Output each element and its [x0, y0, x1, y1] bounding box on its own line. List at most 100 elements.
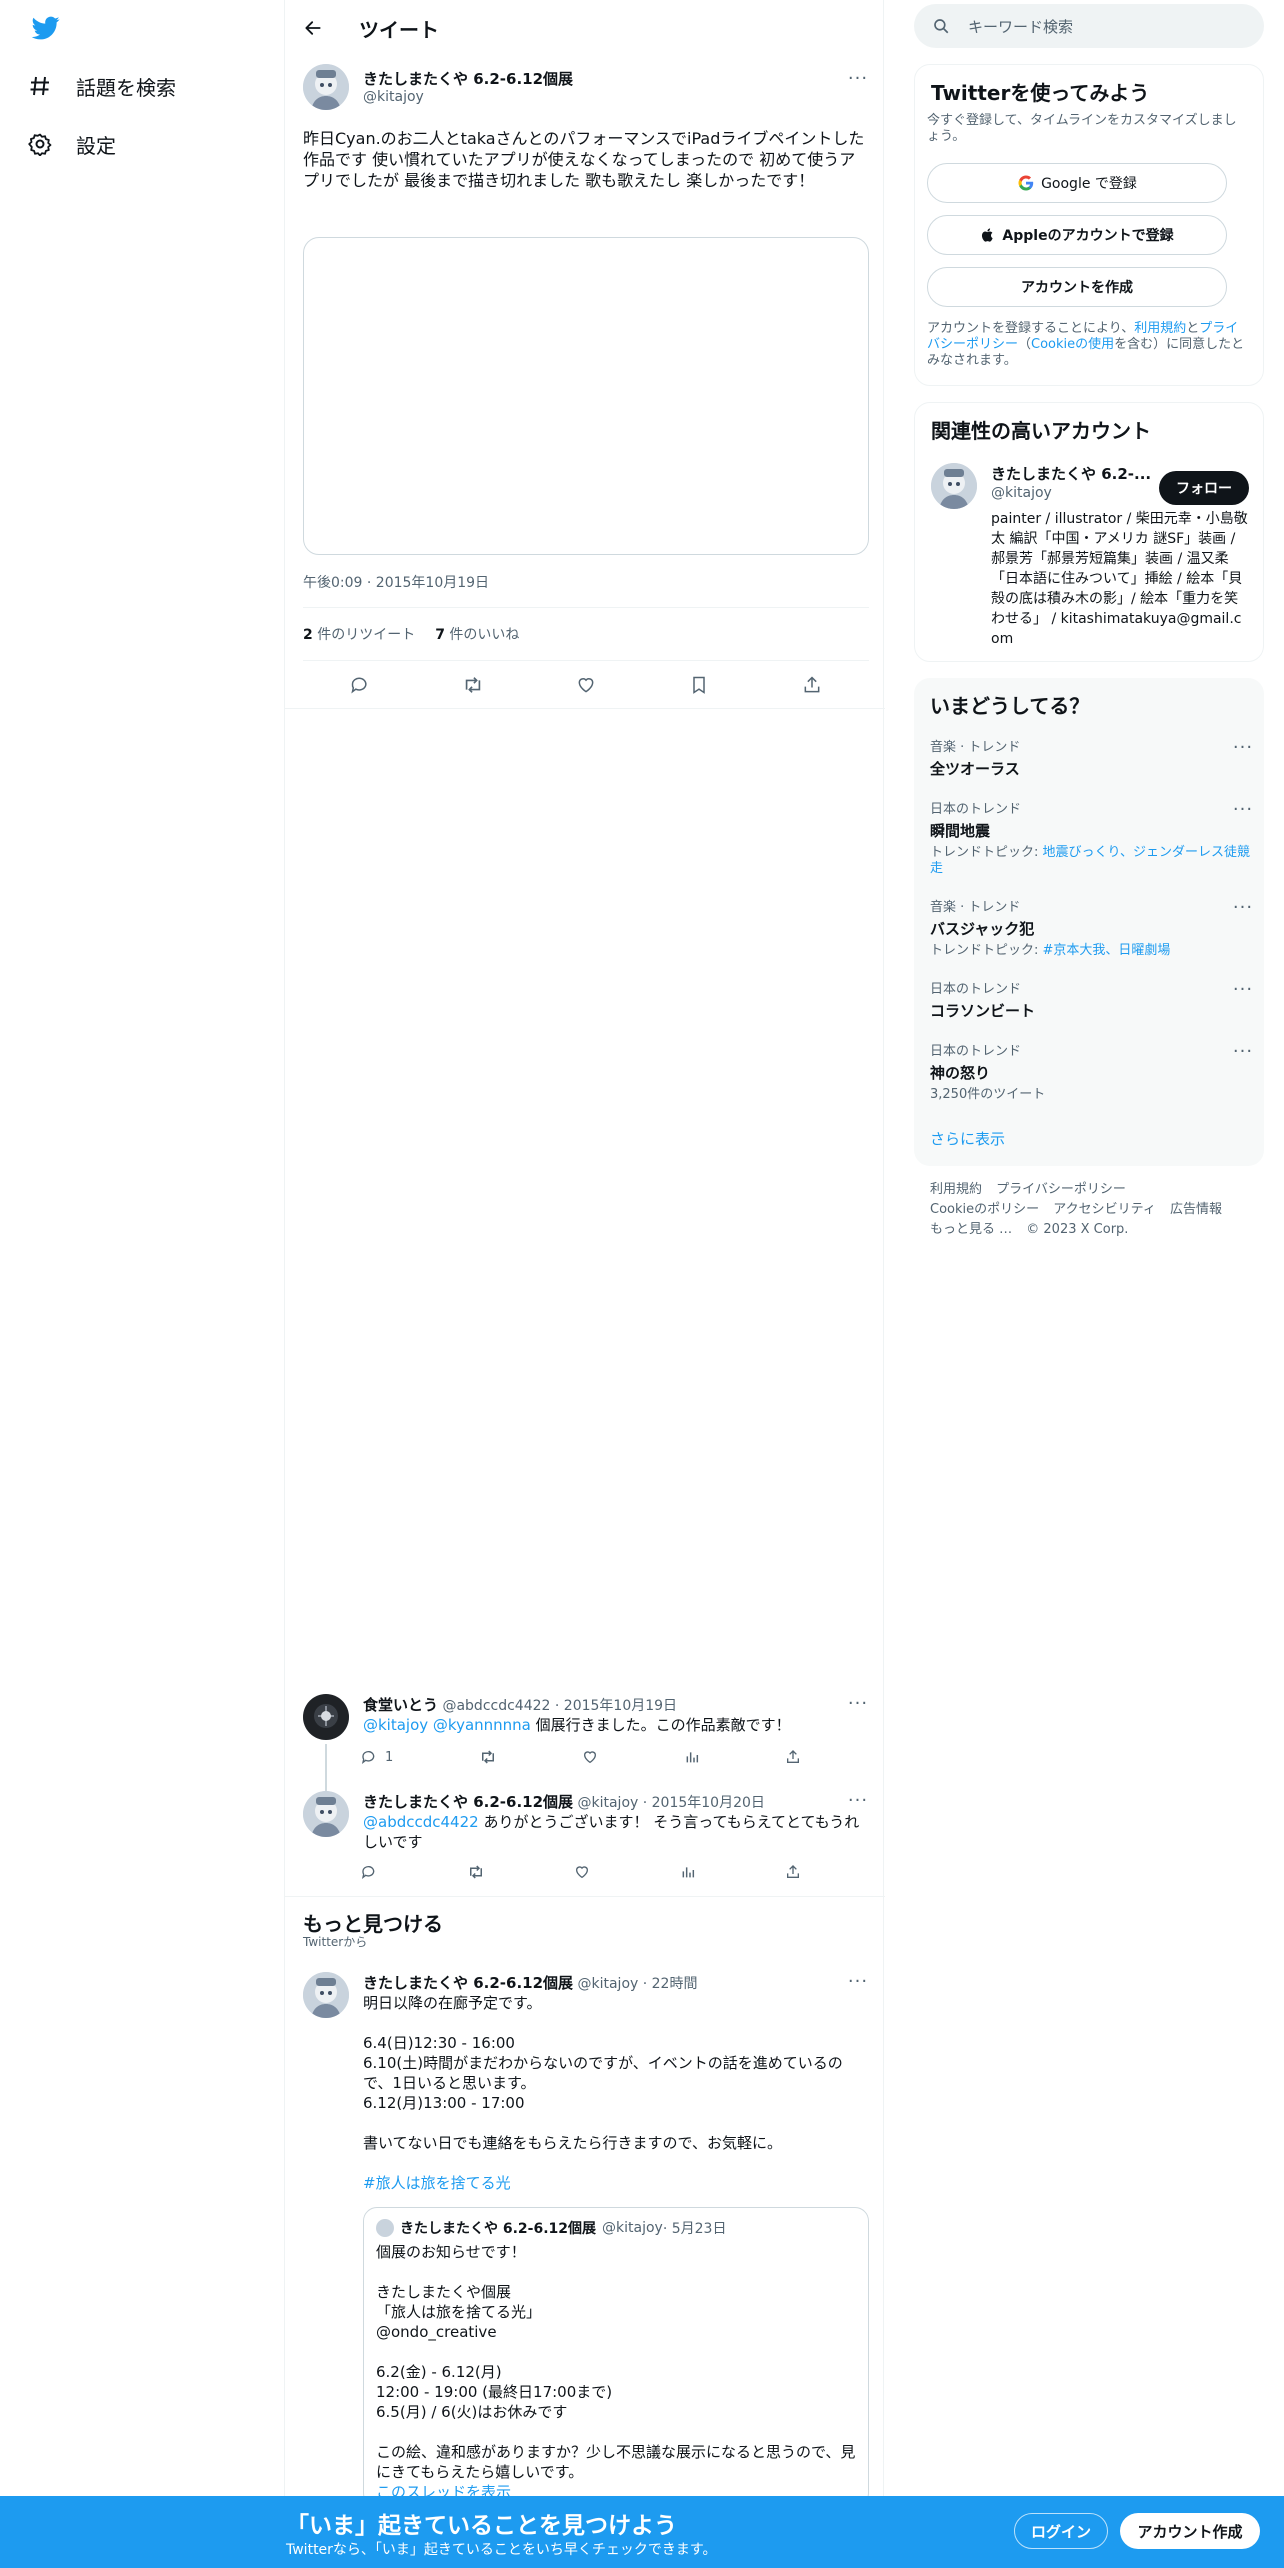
- nav-explore[interactable]: 話題を検索: [26, 66, 176, 106]
- views-icon[interactable]: [680, 1861, 696, 1883]
- trends-card: いまどうしてる？ 音楽 · トレンド 全ツオーラス ··· 日本のトレンド 瞬間…: [914, 678, 1264, 1166]
- trend-item[interactable]: 日本のトレンド 瞬間地震 トレンドトピック: 地震びっくり、ジェンダーレス徒競走…: [930, 798, 1252, 877]
- discover-subtitle: Twitterから: [303, 1935, 368, 1949]
- like-stat[interactable]: 7 件のいいね: [435, 624, 519, 644]
- quote-avatar: [376, 2219, 394, 2237]
- divider: [285, 708, 885, 709]
- reply-avatar[interactable]: [303, 1694, 349, 1740]
- more-options-icon[interactable]: ···: [1232, 736, 1254, 758]
- more-options-icon[interactable]: ···: [847, 1789, 869, 1811]
- search-input[interactable]: キーワード検索: [914, 4, 1264, 48]
- related-handle[interactable]: @kitajoy: [991, 485, 1052, 501]
- reply-actions: 1: [361, 1746, 801, 1768]
- trend-item[interactable]: 音楽 · トレンド バスジャック犯 トレンドトピック: #京本大我、日曜劇場 ·…: [930, 896, 1252, 959]
- more-options-icon[interactable]: ···: [847, 67, 869, 89]
- bottom-bar-title: 「いま」起きていることを見つけよう: [286, 2513, 677, 2539]
- divider: [285, 1896, 885, 1897]
- reply-meta: 食堂いとう @abdccdc4422 · 2015年10月19日: [363, 1696, 678, 1714]
- reply-tweet[interactable]: 食堂いとう @abdccdc4422 · 2015年10月19日 ··· @ki…: [285, 1692, 885, 1802]
- more-options-icon[interactable]: ···: [847, 1970, 869, 1992]
- reply-icon[interactable]: [343, 668, 377, 702]
- author-handle[interactable]: @kitajoy: [363, 89, 424, 105]
- left-navigation: 話題を検索 設定: [0, 0, 284, 2568]
- header-bar: ツイート: [285, 0, 885, 54]
- terms-link[interactable]: 利用規約: [1134, 321, 1186, 336]
- google-signup-button[interactable]: Google で登録: [927, 163, 1227, 203]
- more-options-icon[interactable]: ···: [1232, 896, 1254, 918]
- signup-button[interactable]: アカウント作成: [1120, 2513, 1260, 2549]
- signup-legal-text: アカウントを登録することにより、利用規約とプライバシーポリシー（Cookieの使…: [927, 321, 1245, 368]
- trend-item[interactable]: 日本のトレンド 神の怒り 3,250件のツイート ···: [930, 1040, 1252, 1103]
- discover-meta: きたしまたくや 6.2-6.12個展 @kitajoy · 22時間: [363, 1974, 698, 1992]
- footer-cookie-link[interactable]: Cookieのポリシー: [930, 1202, 1039, 1217]
- twitter-logo-icon[interactable]: [30, 14, 62, 42]
- discover-avatar[interactable]: [303, 1972, 349, 2018]
- search-icon: [932, 17, 950, 35]
- reply-text: @abdccdc4422 ありがとうございます！ そう言ってもらえてとてもうれし…: [363, 1813, 860, 1851]
- related-avatar[interactable]: [931, 463, 977, 509]
- footer-accessibility-link[interactable]: アクセシビリティ: [1053, 1202, 1156, 1217]
- back-arrow-icon[interactable]: [297, 12, 329, 44]
- hashtag-link[interactable]: #旅人は旅を捨てる光: [363, 2173, 863, 2193]
- retweet-icon[interactable]: [479, 1746, 497, 1768]
- more-options-icon[interactable]: ···: [1232, 798, 1254, 820]
- nav-explore-label: 話題を検索: [76, 75, 176, 100]
- search-placeholder: キーワード検索: [968, 17, 1074, 36]
- create-account-button[interactable]: アカウントを作成: [927, 267, 1227, 307]
- gear-icon: [26, 130, 54, 158]
- related-name[interactable]: きたしまたくや 6.2-...: [991, 463, 1151, 484]
- footer-privacy-link[interactable]: プライバシーポリシー: [996, 1182, 1126, 1197]
- share-icon[interactable]: [795, 668, 829, 702]
- divider: [303, 660, 869, 661]
- reply-icon[interactable]: 1: [361, 1746, 393, 1768]
- retweet-stat[interactable]: 2 件のリツイート: [303, 624, 415, 644]
- related-accounts-card: 関連性の高いアカウント きたしまたくや 6.2-... @kitajoy フォロ…: [914, 402, 1264, 662]
- views-icon[interactable]: [684, 1746, 700, 1768]
- tweet-media[interactable]: [303, 237, 869, 555]
- follow-button[interactable]: フォロー: [1159, 471, 1249, 505]
- reply-meta: きたしまたくや 6.2-6.12個展 @kitajoy · 2015年10月20…: [363, 1793, 765, 1811]
- cookie-link[interactable]: Cookieの使用: [1031, 337, 1114, 352]
- like-icon[interactable]: [569, 668, 603, 702]
- main-column: ツイート きたしまたくや 6.2-6.12個展 @kitajoy ··· 昨日C…: [284, 0, 885, 2568]
- reply-tweet[interactable]: きたしまたくや 6.2-6.12個展 @kitajoy · 2015年10月20…: [285, 1789, 885, 1891]
- quote-meta: きたしまたくや 6.2-6.12個展 @kitajoy · 5月23日: [376, 2218, 726, 2238]
- footer-copyright: © 2023 X Corp.: [1026, 1222, 1129, 1237]
- nav-settings-label: 設定: [76, 133, 116, 158]
- footer-terms-link[interactable]: 利用規約: [930, 1182, 982, 1197]
- trend-item[interactable]: 音楽 · トレンド 全ツオーラス ···: [930, 736, 1252, 779]
- tweet-stats: 2 件のリツイート 7 件のいいね: [303, 624, 519, 644]
- more-options-icon[interactable]: ···: [1232, 978, 1254, 1000]
- footer-more-link[interactable]: もっと見る …: [930, 1222, 1012, 1237]
- reply-text: @kitajoy @kyannnnna 個展行きました。この作品素敵です！: [363, 1716, 791, 1734]
- login-button[interactable]: ログイン: [1014, 2513, 1108, 2549]
- footer-ads-link[interactable]: 広告情報: [1170, 1202, 1222, 1217]
- apple-icon: [980, 226, 996, 244]
- more-options-icon[interactable]: ···: [847, 1692, 869, 1714]
- author-name[interactable]: きたしまたくや 6.2-6.12個展: [363, 68, 573, 89]
- retweet-icon[interactable]: [456, 668, 490, 702]
- like-icon[interactable]: [574, 1861, 590, 1883]
- trends-title: いまどうしてる？: [930, 694, 1090, 718]
- nav-settings[interactable]: 設定: [26, 124, 116, 164]
- bottom-signup-bar: 「いま」起きていることを見つけよう Twitterなら、「いま」起きていることを…: [0, 2496, 1284, 2568]
- quoted-tweet[interactable]: きたしまたくや 6.2-6.12個展 @kitajoy · 5月23日 個展のお…: [363, 2207, 869, 2507]
- retweet-icon[interactable]: [467, 1861, 485, 1883]
- google-icon: [1017, 174, 1035, 192]
- bookmark-icon[interactable]: [682, 668, 716, 702]
- show-more-trends-link[interactable]: さらに表示: [930, 1128, 1005, 1149]
- hashtag-icon: [26, 72, 54, 100]
- trend-item[interactable]: 日本のトレンド コラソンビート ···: [930, 978, 1252, 1021]
- quote-text: 個展のお知らせです！ きたしまたくや個展 「旅人は旅を捨てる光」 @ondo_c…: [376, 2243, 856, 2501]
- share-icon[interactable]: [785, 1861, 801, 1883]
- reply-icon[interactable]: [361, 1861, 377, 1883]
- share-icon[interactable]: [785, 1746, 801, 1768]
- author-avatar[interactable]: [303, 64, 349, 110]
- like-icon[interactable]: [582, 1746, 598, 1768]
- page-title: ツイート: [359, 18, 439, 42]
- more-options-icon[interactable]: ···: [1232, 1040, 1254, 1062]
- tweet-timestamp[interactable]: 午後0:09 · 2015年10月19日: [303, 572, 489, 592]
- reply-avatar[interactable]: [303, 1791, 349, 1837]
- divider: [303, 607, 869, 608]
- apple-signup-button[interactable]: Appleのアカウントで登録: [927, 215, 1227, 255]
